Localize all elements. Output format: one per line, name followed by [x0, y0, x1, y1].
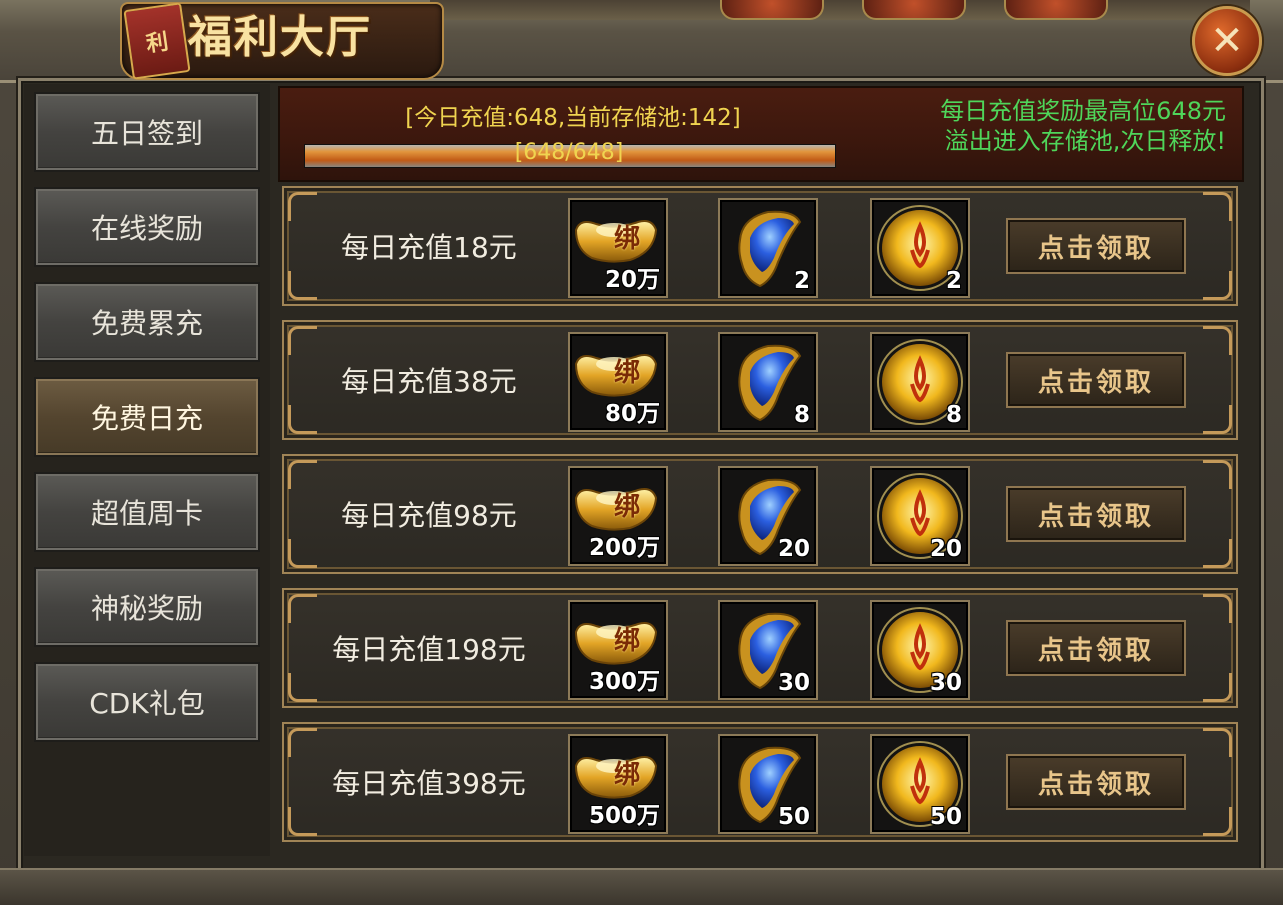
progress-label: [648/648] [514, 140, 624, 165]
reward-tier-label: 每日充值398元 [332, 767, 526, 800]
reward-slot-gem[interactable]: 2 [718, 198, 818, 298]
item-quantity: 8 [945, 402, 962, 428]
corner-ornament [1203, 807, 1232, 836]
sidebar: 五日签到 在线奖励 免费累充 免费日充 超值周卡 神秘奖励 CDK礼包 [24, 84, 270, 856]
reward-slot-gold[interactable]: 绑 20万 [568, 198, 668, 298]
recharge-notice: 每日充值奖励最高位648元 溢出进入存储池,次日释放! [880, 96, 1226, 156]
reward-slot-gold[interactable]: 绑 300万 [568, 600, 668, 700]
reward-slot-gem[interactable]: 8 [718, 332, 818, 432]
reward-row: 每日充值398元 绑 500万 50 50 点击领取 [282, 722, 1238, 842]
reward-slot-gold[interactable]: 绑 80万 [568, 332, 668, 432]
recharge-status: [今日充值:648,当前存储池:142] [405, 105, 741, 131]
sidebar-item-free-daily[interactable]: 免费日充 [34, 377, 260, 457]
claim-button[interactable]: 点击领取 [1006, 352, 1186, 408]
corner-ornament [1203, 539, 1232, 568]
bound-badge: 绑 [614, 760, 641, 790]
portrait-deco-icon [862, 0, 966, 20]
item-quantity: 300万 [588, 669, 660, 695]
reward-row: 每日充值38元 绑 80万 8 8 点击领取 [282, 320, 1238, 440]
item-quantity: 200万 [588, 535, 660, 561]
reward-slot-orb[interactable]: 50 [870, 734, 970, 834]
reward-tier-label: 每日充值38元 [341, 365, 517, 398]
close-icon: ✕ [1210, 18, 1244, 64]
top-decoration [430, 0, 1250, 20]
reward-slot-orb[interactable]: 8 [870, 332, 970, 432]
notice-line-1: 每日充值奖励最高位648元 [940, 97, 1226, 125]
corner-ornament [1203, 271, 1232, 300]
item-quantity: 500万 [588, 803, 660, 829]
sidebar-item-free-cumulative[interactable]: 免费累充 [34, 282, 260, 362]
item-quantity: 8 [793, 402, 810, 428]
corner-ornament [1203, 405, 1232, 434]
claim-button[interactable]: 点击领取 [1006, 486, 1186, 542]
corner-ornament [1203, 326, 1232, 355]
reward-slot-orb[interactable]: 20 [870, 466, 970, 566]
reward-slot-gold[interactable]: 绑 500万 [568, 734, 668, 834]
notice-line-2: 溢出进入存储池,次日释放! [944, 127, 1226, 155]
claim-button[interactable]: 点击领取 [1006, 620, 1186, 676]
sidebar-item-mystery-reward[interactable]: 神秘奖励 [34, 567, 260, 647]
item-quantity: 80万 [604, 401, 660, 427]
reward-row: 每日充值198元 绑 300万 30 30 点击领取 [282, 588, 1238, 708]
reward-slot-gem[interactable]: 30 [718, 600, 818, 700]
reward-slot-orb[interactable]: 2 [870, 198, 970, 298]
portrait-deco-icon [1004, 0, 1108, 20]
reward-slot-gem[interactable]: 20 [718, 466, 818, 566]
title-tag-icon: 利 [123, 2, 191, 80]
reward-tier-label: 每日充值18元 [341, 231, 517, 264]
item-quantity: 30 [929, 670, 962, 696]
close-button[interactable]: ✕ [1192, 6, 1262, 76]
corner-ornament [1203, 594, 1232, 623]
item-quantity: 20 [777, 536, 810, 562]
item-quantity: 50 [777, 804, 810, 830]
reward-tier-label: 每日充值98元 [341, 499, 517, 532]
sidebar-item-cdk-gift[interactable]: CDK礼包 [34, 662, 260, 742]
item-quantity: 20 [929, 536, 962, 562]
bound-badge: 绑 [614, 358, 641, 388]
item-quantity: 2 [945, 268, 962, 294]
claim-button[interactable]: 点击领取 [1006, 754, 1186, 810]
page-title: 福利大厅 [188, 12, 372, 63]
corner-ornament [1203, 460, 1232, 489]
sidebar-item-online-reward[interactable]: 在线奖励 [34, 187, 260, 267]
reward-slot-orb[interactable]: 30 [870, 600, 970, 700]
reward-row: 每日充值98元 绑 200万 20 20 点击领取 [282, 454, 1238, 574]
bound-badge: 绑 [614, 224, 641, 254]
corner-ornament [1203, 192, 1232, 221]
corner-ornament [1203, 673, 1232, 702]
bound-badge: 绑 [614, 492, 641, 522]
sidebar-item-five-day-signin[interactable]: 五日签到 [34, 92, 260, 172]
reward-row: 每日充值18元 绑 20万 2 2 点击领取 [282, 186, 1238, 306]
item-quantity: 2 [793, 268, 810, 294]
item-quantity: 30 [777, 670, 810, 696]
reward-slot-gold[interactable]: 绑 200万 [568, 466, 668, 566]
reward-slot-gem[interactable]: 50 [718, 734, 818, 834]
item-quantity: 20万 [604, 267, 660, 293]
claim-button[interactable]: 点击领取 [1006, 218, 1186, 274]
reward-tier-label: 每日充值198元 [332, 633, 526, 666]
portrait-deco-icon [720, 0, 824, 20]
bottom-bar [0, 868, 1283, 905]
sidebar-item-weekly-card[interactable]: 超值周卡 [34, 472, 260, 552]
bound-badge: 绑 [614, 626, 641, 656]
corner-ornament [1203, 728, 1232, 757]
item-quantity: 50 [929, 804, 962, 830]
